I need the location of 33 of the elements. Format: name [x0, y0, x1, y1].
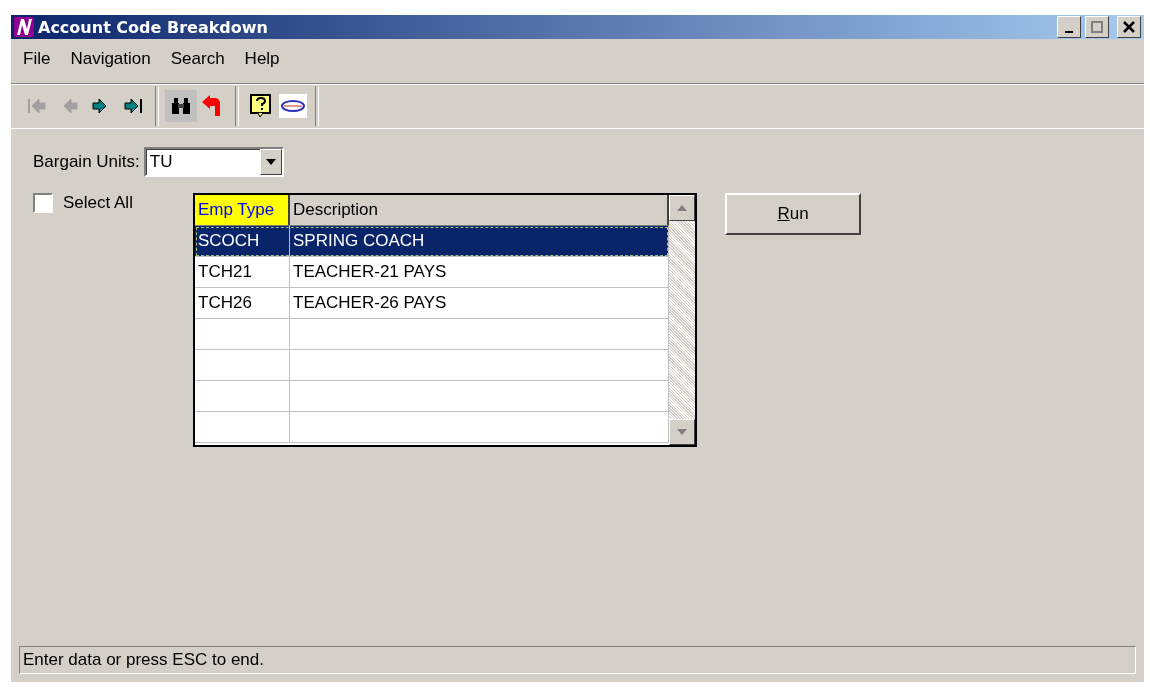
table-row[interactable]: SCOCH SPRING COACH [195, 226, 669, 257]
table-cell: SCOCH [195, 226, 290, 256]
menu-item[interactable]: File [13, 49, 61, 75]
maximize-icon [1091, 21, 1103, 33]
run-button[interactable]: Run [725, 193, 861, 235]
minimize-button[interactable] [1057, 16, 1081, 38]
close-icon [1123, 21, 1135, 33]
table-row[interactable]: TCH26 TEACHER-26 PAYS [195, 288, 669, 319]
table-cell: TCH21 [195, 257, 290, 287]
app-logo-icon [14, 17, 34, 37]
table-row[interactable]: TCH21 TEACHER-21 PAYS [195, 257, 669, 288]
close-button[interactable] [1117, 16, 1141, 38]
scroll-down-icon [677, 429, 687, 435]
maximize-button[interactable] [1085, 16, 1109, 38]
window-title: Account Code Breakdown [38, 17, 269, 37]
menu-item[interactable]: Help [234, 49, 290, 75]
binoculars-icon[interactable] [170, 97, 192, 115]
menu-item[interactable]: Search [160, 49, 235, 75]
bargain-units-dropdown[interactable]: TU [143, 147, 284, 177]
menu-item[interactable]: Navigation [60, 49, 161, 75]
minimize-icon [1065, 31, 1073, 33]
field-label: Bargain Units: [33, 152, 140, 172]
right-arrow-icon[interactable] [123, 98, 143, 114]
dropdown-arrow-icon [265, 159, 276, 165]
help-icon[interactable] [250, 94, 272, 118]
logo-icon[interactable] [279, 94, 307, 118]
column-header[interactable]: Emp Type [195, 195, 290, 225]
checkbox[interactable] [33, 193, 53, 213]
status-bar: Enter data or press ESC to end. [19, 646, 1136, 674]
checkbox-label: Select All [63, 193, 133, 213]
scrollbar[interactable] [669, 195, 695, 445]
scroll-up-icon [677, 205, 687, 211]
table-cell: TCH26 [195, 288, 290, 318]
